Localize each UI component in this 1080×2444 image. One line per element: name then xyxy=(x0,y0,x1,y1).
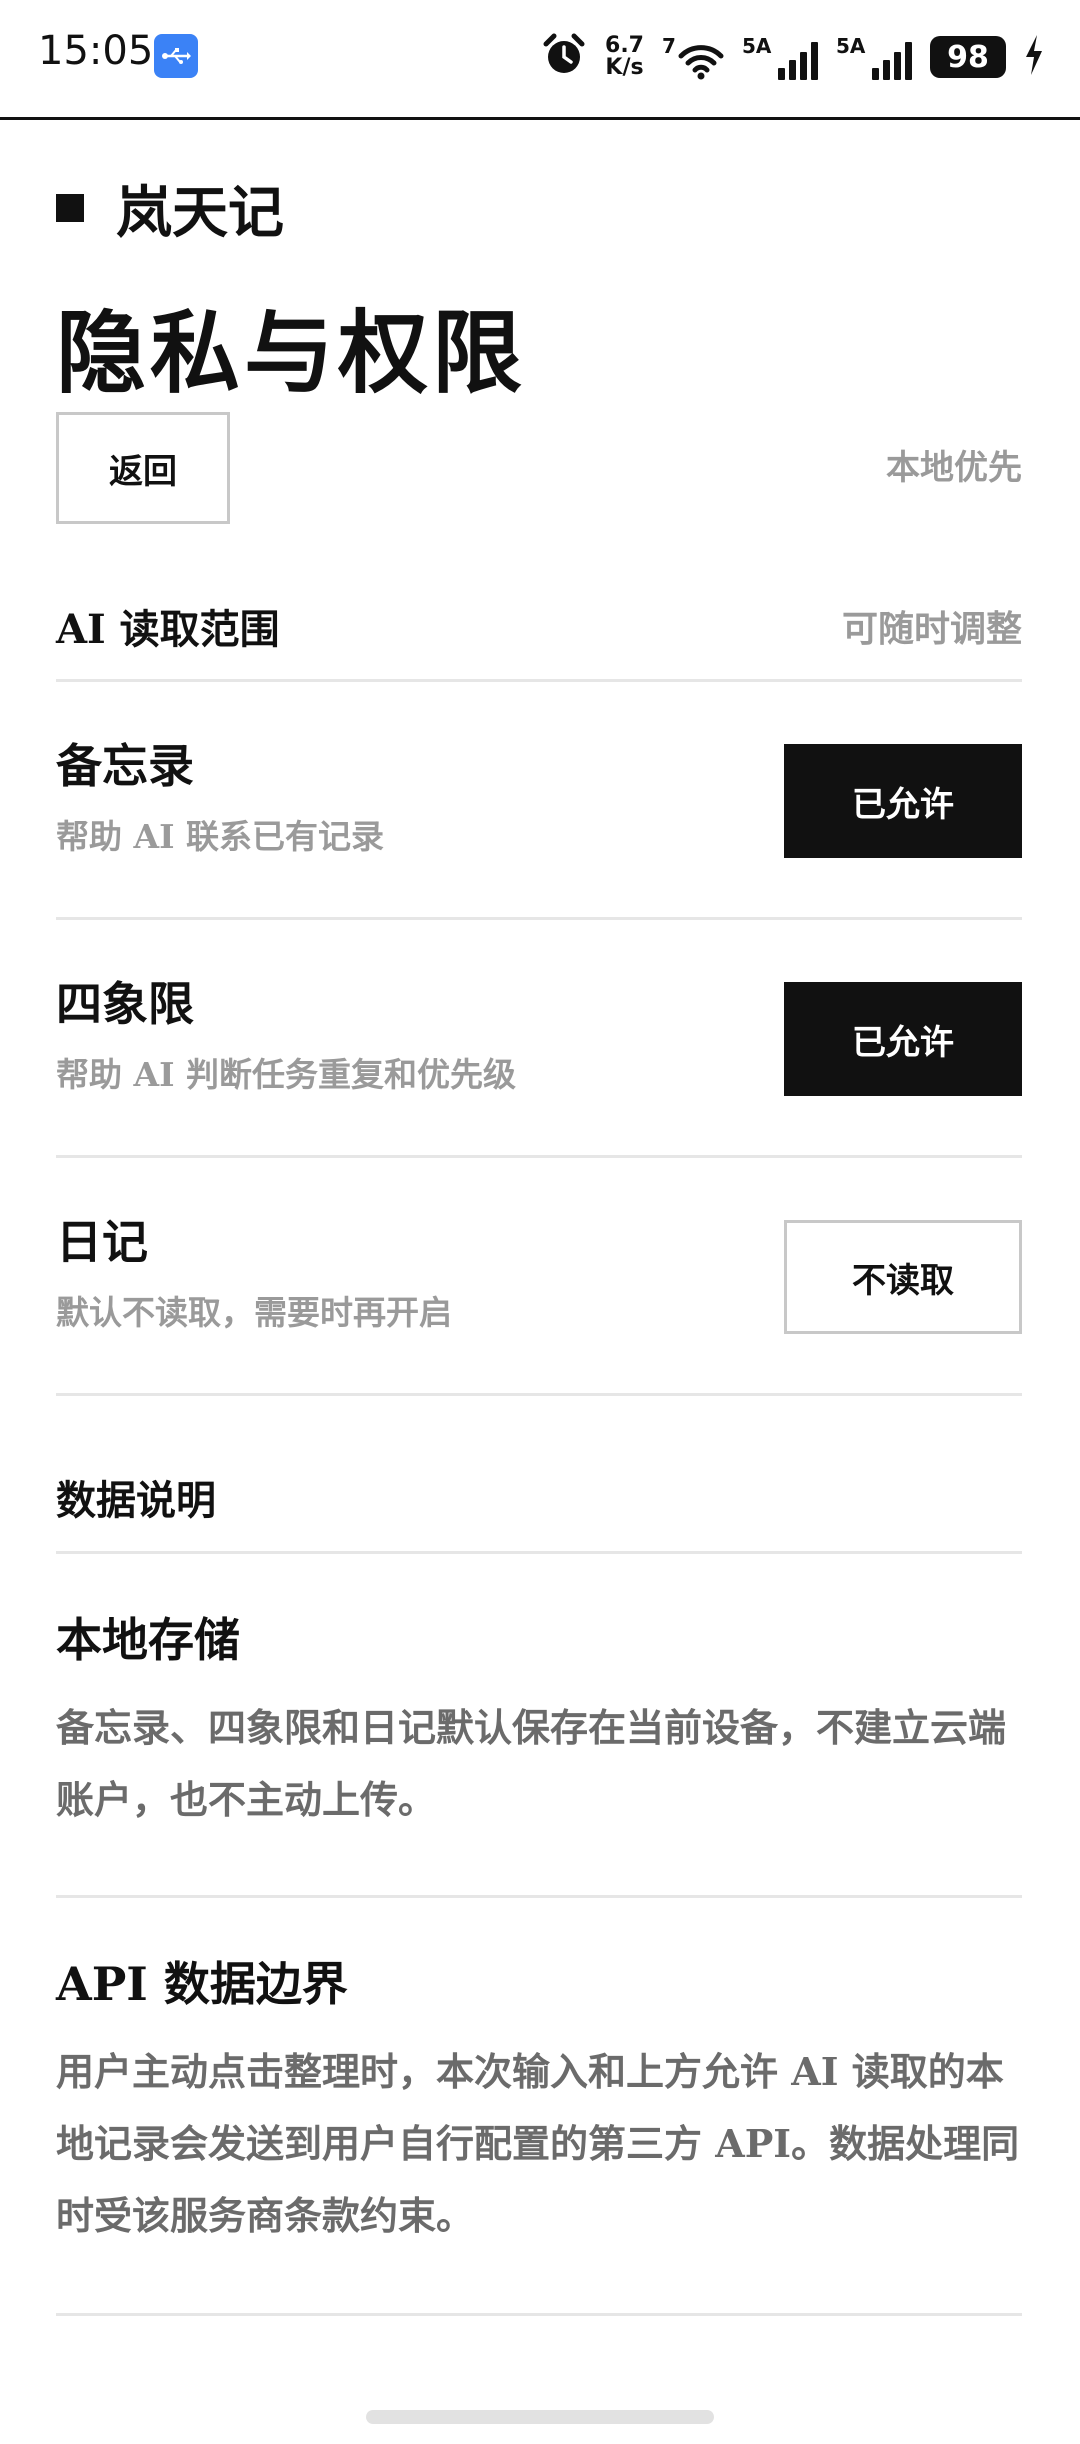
permission-desc: 默认不读取，需要时再开启 xyxy=(56,1293,452,1332)
data-notes-header: 数据说明 xyxy=(56,1442,1022,1554)
permission-row-quadrant: 四象限 帮助 AI 判断任务重复和优先级 已允许 xyxy=(56,920,1022,1158)
status-time: 15:05 xyxy=(38,28,154,74)
charging-icon xyxy=(1024,35,1044,79)
permission-toggle-memo[interactable]: 已允许 xyxy=(784,744,1022,858)
status-icons: 6.7 K/s 7 5A 5A 98 xyxy=(541,28,1044,86)
brand-square-icon xyxy=(56,194,84,222)
permission-toggle-diary[interactable]: 不读取 xyxy=(784,1220,1022,1334)
section-hint: 可随时调整 xyxy=(841,607,1022,650)
info-title: 本地存储 xyxy=(56,1613,240,1667)
network-speed: 6.7 K/s xyxy=(605,35,644,79)
wifi-icon: 7 xyxy=(662,34,724,80)
permission-name: 备忘录 xyxy=(56,739,194,793)
network-speed-unit: K/s xyxy=(605,55,644,80)
section-title: AI 读取范围 xyxy=(56,605,280,653)
permission-name: 日记 xyxy=(56,1215,148,1269)
signal-icon: 5A xyxy=(742,34,818,80)
sim1-label: 5A xyxy=(742,34,772,58)
permission-name: 四象限 xyxy=(56,977,194,1031)
battery-icon: 98 xyxy=(930,36,1006,78)
info-local-storage: 本地存储 备忘录、四象限和日记默认保存在当前设备，不建立云端账户，也不主动上传。 xyxy=(56,1554,1022,1898)
app-name: 岚天记 xyxy=(116,179,284,246)
info-title: API 数据边界 xyxy=(56,1957,348,2011)
back-button[interactable]: 返回 xyxy=(56,412,230,524)
permission-row-diary: 日记 默认不读取，需要时再开启 不读取 xyxy=(56,1158,1022,1396)
page-title: 隐私与权限 xyxy=(56,300,526,406)
usb-icon xyxy=(154,34,198,78)
home-indicator[interactable] xyxy=(366,2410,714,2424)
info-api-boundary: API 数据边界 用户主动点击整理时，本次输入和上方允许 AI 读取的本地记录会… xyxy=(56,1898,1022,2316)
wifi-label: 7 xyxy=(662,34,676,58)
info-body: 用户主动点击整理时，本次输入和上方允许 AI 读取的本地记录会发送到用户自行配置… xyxy=(56,2049,1020,2238)
status-bar: 15:05 6.7 K/s 7 5A 5A 98 xyxy=(0,0,1080,120)
info-body: 备忘录、四象限和日记默认保存在当前设备，不建立云端账户，也不主动上传。 xyxy=(56,1705,1007,1822)
app-brand: 岚天记 xyxy=(56,180,284,246)
local-first-label: 本地优先 xyxy=(886,448,1022,488)
permission-toggle-quadrant[interactable]: 已允许 xyxy=(784,982,1022,1096)
permission-desc: 帮助 AI 联系已有记录 xyxy=(56,817,385,856)
network-speed-value: 6.7 xyxy=(605,33,644,58)
signal-icon: 5A xyxy=(836,34,912,80)
privacy-permissions-screen: 15:05 6.7 K/s 7 5A 5A 98 岚天记 隐私与权限 返回 本地… xyxy=(0,0,1080,2444)
permission-desc: 帮助 AI 判断任务重复和优先级 xyxy=(56,1055,517,1094)
ai-scope-header: AI 读取范围 可随时调整 xyxy=(56,572,1022,682)
section-title: 数据说明 xyxy=(56,1476,216,1524)
sim2-label: 5A xyxy=(836,34,866,58)
alarm-icon xyxy=(541,32,587,82)
permission-row-memo: 备忘录 帮助 AI 联系已有记录 已允许 xyxy=(56,682,1022,920)
